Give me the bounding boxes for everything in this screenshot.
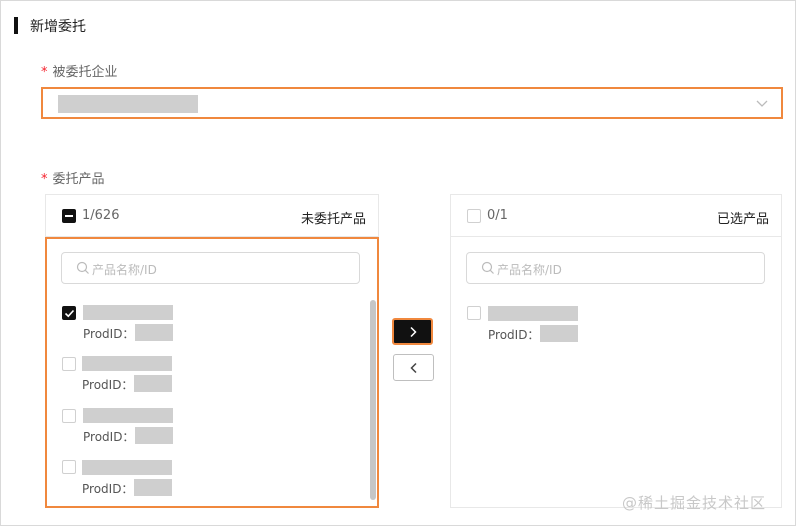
selected-products-panel: 0/1 已选产品 [450, 194, 782, 508]
enterprise-label: * 被委托企业 [41, 61, 118, 80]
product-id-masked [135, 427, 173, 444]
products-label: * 委托产品 [41, 168, 105, 187]
product-checkbox[interactable] [62, 460, 76, 474]
product-checkbox[interactable] [62, 357, 76, 371]
select-all-checkbox[interactable] [62, 209, 76, 223]
product-id-masked [540, 325, 578, 342]
product-id-label: ProdID： [83, 327, 135, 341]
product-id-label: ProdID： [83, 430, 135, 444]
search-icon [481, 261, 494, 274]
product-id-label: ProdID： [82, 378, 134, 392]
title-accent-bar [14, 17, 18, 34]
unassigned-panel-header: 1/626 未委托产品 [46, 195, 378, 237]
product-name-masked [82, 356, 172, 371]
unassigned-panel-title: 未委托产品 [300, 212, 366, 227]
required-mark: * [41, 65, 48, 80]
search-placeholder: 产品名称/ID [497, 263, 562, 277]
search-placeholder: 产品名称/ID [92, 263, 157, 277]
move-left-button[interactable] [393, 354, 434, 381]
chevron-down-icon [756, 100, 768, 107]
products-label-text: 委托产品 [52, 172, 105, 187]
product-name-masked [82, 460, 172, 475]
enterprise-label-text: 被委托企业 [52, 65, 118, 80]
product-checkbox[interactable] [62, 306, 76, 320]
product-name-masked [83, 408, 173, 423]
product-name-masked [83, 305, 173, 320]
select-all-checkbox[interactable] [467, 209, 481, 223]
move-right-button[interactable] [392, 318, 433, 345]
product-id-label: ProdID： [82, 482, 134, 496]
chevron-left-icon [409, 362, 417, 373]
enterprise-select[interactable] [41, 87, 783, 119]
selected-panel-header: 0/1 已选产品 [451, 195, 781, 237]
selected-count: 0/1 [487, 208, 508, 223]
watermark-text: @稀土掘金技术社区 [622, 494, 767, 512]
unassigned-search-input[interactable]: 产品名称/ID [61, 252, 360, 284]
selected-panel-title: 已选产品 [716, 212, 769, 227]
unassigned-count: 1/626 [82, 208, 120, 223]
search-icon [76, 261, 89, 274]
page-title: 新增委托 [30, 19, 86, 35]
product-id-label: ProdID： [488, 328, 540, 342]
selected-search-input[interactable]: 产品名称/ID [466, 252, 765, 284]
product-id-masked [134, 375, 172, 392]
product-id-masked [134, 479, 172, 496]
product-checkbox[interactable] [62, 409, 76, 423]
product-checkbox[interactable] [467, 306, 481, 320]
check-icon [64, 309, 75, 318]
product-name-masked [488, 306, 578, 321]
required-mark: * [41, 172, 48, 187]
list-scrollbar[interactable] [370, 300, 376, 500]
chevron-right-icon [409, 326, 417, 337]
product-id-masked [135, 324, 173, 341]
enterprise-value-masked [58, 95, 198, 113]
